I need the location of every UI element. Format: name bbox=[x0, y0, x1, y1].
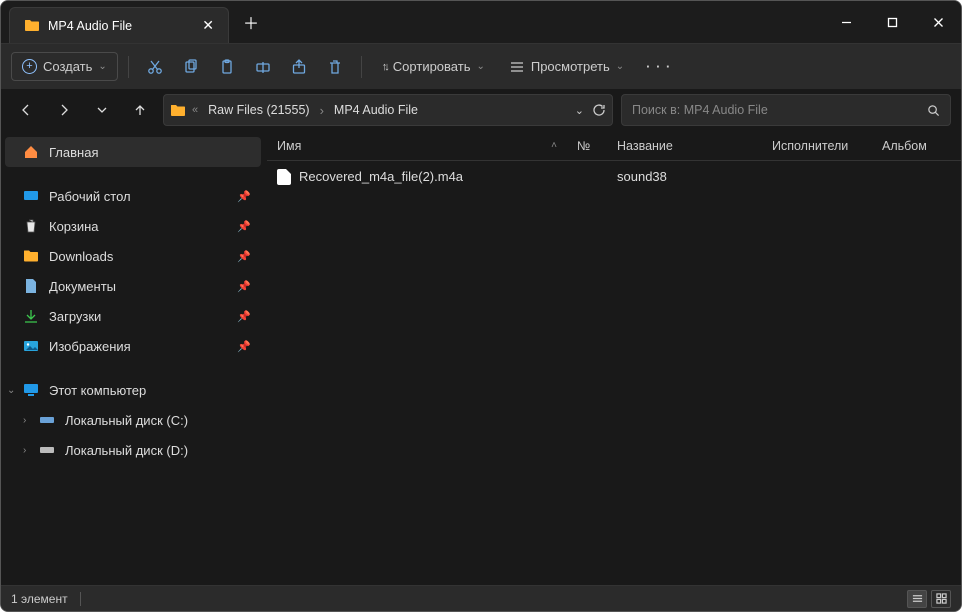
search-box[interactable] bbox=[621, 94, 951, 126]
sidebar-disk-c[interactable]: › Локальный диск (C:) bbox=[21, 405, 261, 435]
pin-icon: 📌 bbox=[237, 340, 251, 353]
pin-icon: 📌 bbox=[237, 190, 251, 203]
paste-button[interactable] bbox=[211, 53, 243, 81]
sidebar-home[interactable]: Главная bbox=[5, 137, 261, 167]
breadcrumb-current[interactable]: MP4 Audio File bbox=[330, 103, 422, 117]
copy-button[interactable] bbox=[175, 53, 207, 81]
up-button[interactable] bbox=[125, 95, 155, 125]
view-button[interactable]: Просмотреть ⌄ bbox=[499, 53, 634, 81]
sidebar-disk-d[interactable]: › Локальный диск (D:) bbox=[21, 435, 261, 465]
close-button[interactable] bbox=[915, 1, 961, 43]
sort-icon: ↑↓ bbox=[382, 61, 387, 73]
recycle-icon bbox=[23, 218, 39, 234]
sidebar: Главная Рабочий стол 📌 Корзина 📌 Downloa… bbox=[1, 131, 267, 585]
pin-icon: 📌 bbox=[237, 280, 251, 293]
document-icon bbox=[23, 278, 39, 294]
search-icon[interactable] bbox=[927, 104, 940, 117]
list-icon bbox=[509, 59, 525, 75]
status-bar: 1 элемент bbox=[1, 585, 961, 611]
sidebar-thispc[interactable]: ⌄ Этот компьютер bbox=[5, 375, 261, 405]
file-row[interactable]: Recovered_m4a_file(2).m4a sound38 bbox=[267, 161, 961, 193]
chevron-right-icon[interactable]: › bbox=[23, 415, 26, 426]
new-tab-button[interactable]: ＋ bbox=[229, 1, 273, 43]
more-button[interactable]: · · · bbox=[638, 53, 679, 80]
maximize-button[interactable] bbox=[869, 1, 915, 43]
search-input[interactable] bbox=[632, 103, 919, 117]
sidebar-documents[interactable]: Документы 📌 bbox=[5, 271, 261, 301]
create-button[interactable]: + Создать ⌄ bbox=[11, 52, 118, 81]
rename-button[interactable] bbox=[247, 53, 279, 81]
address-row: « Raw Files (21555) › MP4 Audio File ⌄ bbox=[1, 89, 961, 131]
sidebar-images[interactable]: Изображения 📌 bbox=[5, 331, 261, 361]
col-artist[interactable]: Исполнители bbox=[762, 139, 872, 153]
breadcrumb-parent[interactable]: Raw Files (21555) bbox=[204, 103, 313, 117]
share-button[interactable] bbox=[283, 53, 315, 81]
toolbar: + Создать ⌄ ↑↓ Сортировать ⌄ Просмотреть… bbox=[1, 43, 961, 89]
col-album[interactable]: Альбом bbox=[872, 139, 961, 153]
col-name[interactable]: Имя˄ bbox=[267, 139, 567, 153]
cut-button[interactable] bbox=[139, 53, 171, 81]
folder-icon bbox=[170, 104, 186, 117]
body: Главная Рабочий стол 📌 Корзина 📌 Downloa… bbox=[1, 131, 961, 585]
sidebar-desktop[interactable]: Рабочий стол 📌 bbox=[5, 181, 261, 211]
column-headers: Имя˄ № Название Исполнители Альбом bbox=[267, 131, 961, 161]
details-view-button[interactable] bbox=[907, 590, 927, 608]
col-title[interactable]: Название bbox=[607, 139, 762, 153]
address-bar[interactable]: « Raw Files (21555) › MP4 Audio File ⌄ bbox=[163, 94, 613, 126]
explorer-window: MP4 Audio File ✕ ＋ + Создать ⌄ ↑↓ Сортир… bbox=[0, 0, 962, 612]
chevron-down-icon: ⌄ bbox=[98, 61, 106, 72]
sidebar-recycle[interactable]: Корзина 📌 bbox=[5, 211, 261, 241]
back-button[interactable] bbox=[11, 95, 41, 125]
folder-icon bbox=[24, 19, 40, 32]
recent-button[interactable] bbox=[87, 95, 117, 125]
content-pane: Имя˄ № Название Исполнители Альбом Recov… bbox=[267, 131, 961, 585]
refresh-icon[interactable] bbox=[592, 103, 606, 117]
pin-icon: 📌 bbox=[237, 220, 251, 233]
disk-icon bbox=[39, 412, 55, 428]
file-name: Recovered_m4a_file(2).m4a bbox=[299, 169, 463, 184]
disk-icon bbox=[39, 442, 55, 458]
titlebar: MP4 Audio File ✕ ＋ bbox=[1, 1, 961, 43]
item-count: 1 элемент bbox=[11, 592, 68, 606]
pc-icon bbox=[23, 382, 39, 398]
sidebar-downloads-ru[interactable]: Загрузки 📌 bbox=[5, 301, 261, 331]
file-title: sound38 bbox=[607, 169, 762, 184]
home-icon bbox=[23, 144, 39, 160]
thumb-view-button[interactable] bbox=[931, 590, 951, 608]
chevron-right-icon[interactable]: › bbox=[23, 445, 26, 456]
chevron-down-icon: ⌄ bbox=[476, 61, 484, 72]
minimize-button[interactable] bbox=[823, 1, 869, 43]
chevron-down-icon: ⌄ bbox=[616, 61, 624, 72]
desktop-icon bbox=[23, 188, 39, 204]
delete-button[interactable] bbox=[319, 53, 351, 81]
tab-current[interactable]: MP4 Audio File ✕ bbox=[9, 7, 229, 43]
file-list: Recovered_m4a_file(2).m4a sound38 bbox=[267, 161, 961, 585]
forward-button[interactable] bbox=[49, 95, 79, 125]
close-tab-icon[interactable]: ✕ bbox=[202, 17, 214, 34]
image-icon bbox=[23, 338, 39, 354]
plus-circle-icon: + bbox=[22, 59, 37, 74]
folder-icon bbox=[23, 248, 39, 264]
sidebar-downloads-en[interactable]: Downloads 📌 bbox=[5, 241, 261, 271]
pin-icon: 📌 bbox=[237, 310, 251, 323]
chevron-down-icon[interactable]: ⌄ bbox=[7, 385, 15, 396]
chevron-right-icon: › bbox=[320, 103, 324, 118]
download-icon bbox=[23, 308, 39, 324]
pin-icon: 📌 bbox=[237, 250, 251, 263]
sort-button[interactable]: ↑↓ Сортировать ⌄ bbox=[372, 53, 495, 80]
sort-asc-icon: ˄ bbox=[551, 140, 557, 151]
col-num[interactable]: № bbox=[567, 139, 607, 153]
chevron-down-icon[interactable]: ⌄ bbox=[575, 104, 584, 117]
tab-title: MP4 Audio File bbox=[48, 19, 194, 33]
file-icon bbox=[277, 169, 291, 185]
